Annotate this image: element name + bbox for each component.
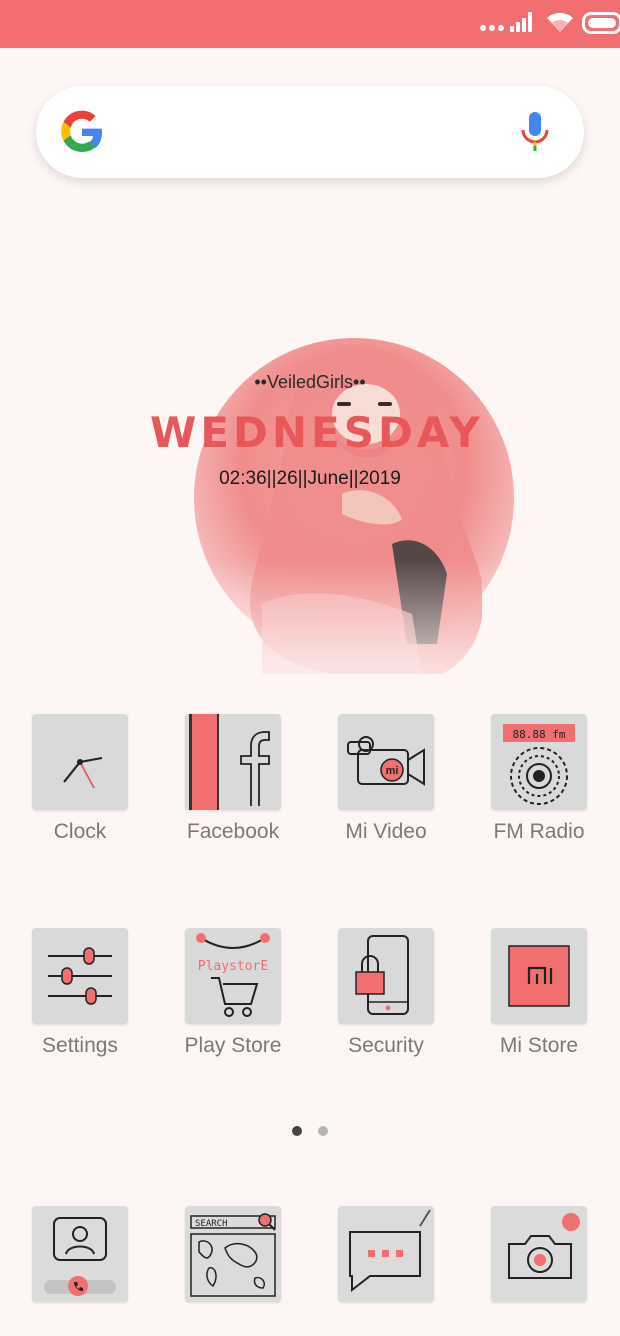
phone-contact-icon [44, 1217, 116, 1296]
play-store-badge: PlaystorE [198, 959, 268, 974]
status-bar [0, 0, 620, 48]
google-icon [61, 110, 102, 152]
dock-phone[interactable] [15, 1206, 145, 1336]
page-indicator[interactable] [288, 1126, 332, 1136]
dock-messages[interactable] [321, 1206, 451, 1336]
radio-display: 88.88 fm [513, 728, 566, 741]
dock-maps[interactable]: SEARCH [168, 1206, 298, 1336]
mic-icon[interactable] [520, 110, 550, 154]
more-dots-icon [480, 25, 504, 31]
app-label: Security [348, 1034, 424, 1057]
widget-fade [194, 560, 514, 730]
widget-title: ••VeiledGirls•• [254, 372, 366, 392]
map-search-icon: SEARCH [190, 1213, 276, 1297]
google-search-bar[interactable] [36, 86, 584, 178]
signal-icon [510, 12, 536, 32]
dock-camera[interactable] [474, 1206, 604, 1336]
messages-tile[interactable] [338, 1206, 434, 1302]
radio-icon: 88.88 fm [503, 724, 575, 805]
mi-video-tile[interactable]: mi [338, 714, 434, 810]
wifi-icon [547, 12, 573, 32]
lock-phone-icon [355, 935, 409, 1015]
app-fm-radio[interactable]: 88.88 fm FM Radio [474, 714, 604, 864]
facebook-icon [189, 714, 270, 810]
app-settings[interactable]: Settings [15, 928, 145, 1078]
widget-datetime: 02:36||26||June||2019 [219, 468, 401, 489]
app-security[interactable]: Security [321, 928, 451, 1078]
shopping-cart-icon: PlaystorE [196, 933, 270, 1017]
app-facebook[interactable]: Facebook [168, 714, 298, 864]
app-label: Facebook [186, 820, 280, 843]
app-label: Clock [53, 820, 107, 843]
battery-icon [582, 12, 620, 34]
maps-tile[interactable]: SEARCH [185, 1206, 281, 1302]
settings-tile[interactable] [32, 928, 128, 1024]
app-label: Play Store [184, 1034, 282, 1057]
widget-day: WEDNESDAY [150, 408, 484, 457]
message-icon [349, 1209, 431, 1293]
app-mi-video[interactable]: mi Mi Video [321, 714, 451, 864]
phone-tile[interactable] [32, 1206, 128, 1302]
security-tile[interactable] [338, 928, 434, 1024]
clock-widget[interactable]: ••VeiledGirls•• WEDNESDAY 02:36||26||Jun… [150, 330, 514, 730]
fm-radio-tile[interactable]: 88.88 fm [491, 714, 587, 810]
camera-tile[interactable] [491, 1206, 587, 1302]
app-label: Mi Video [345, 820, 427, 843]
sliders-icon [48, 947, 112, 1005]
app-clock[interactable]: Clock [15, 714, 145, 864]
app-label: FM Radio [493, 820, 585, 843]
page-dot-active[interactable] [292, 1126, 302, 1136]
maps-search-label: SEARCH [195, 1219, 228, 1229]
app-label: Mi Store [499, 1034, 579, 1057]
app-label: Settings [42, 1034, 118, 1057]
camera-icon [508, 1213, 580, 1279]
svg-text:mi: mi [386, 765, 399, 777]
clock-tile[interactable] [32, 714, 128, 810]
play-store-tile[interactable]: PlaystorE [185, 928, 281, 1024]
facebook-tile[interactable] [185, 714, 281, 810]
app-mi-store[interactable]: Mi Store [474, 928, 604, 1078]
mi-store-tile[interactable] [491, 928, 587, 1024]
page-dot[interactable] [318, 1126, 328, 1136]
app-play-store[interactable]: PlaystorE Play Store [168, 928, 298, 1078]
clock-icon [63, 757, 103, 789]
video-camera-icon: mi [347, 736, 425, 786]
mi-logo-icon [508, 945, 570, 1007]
